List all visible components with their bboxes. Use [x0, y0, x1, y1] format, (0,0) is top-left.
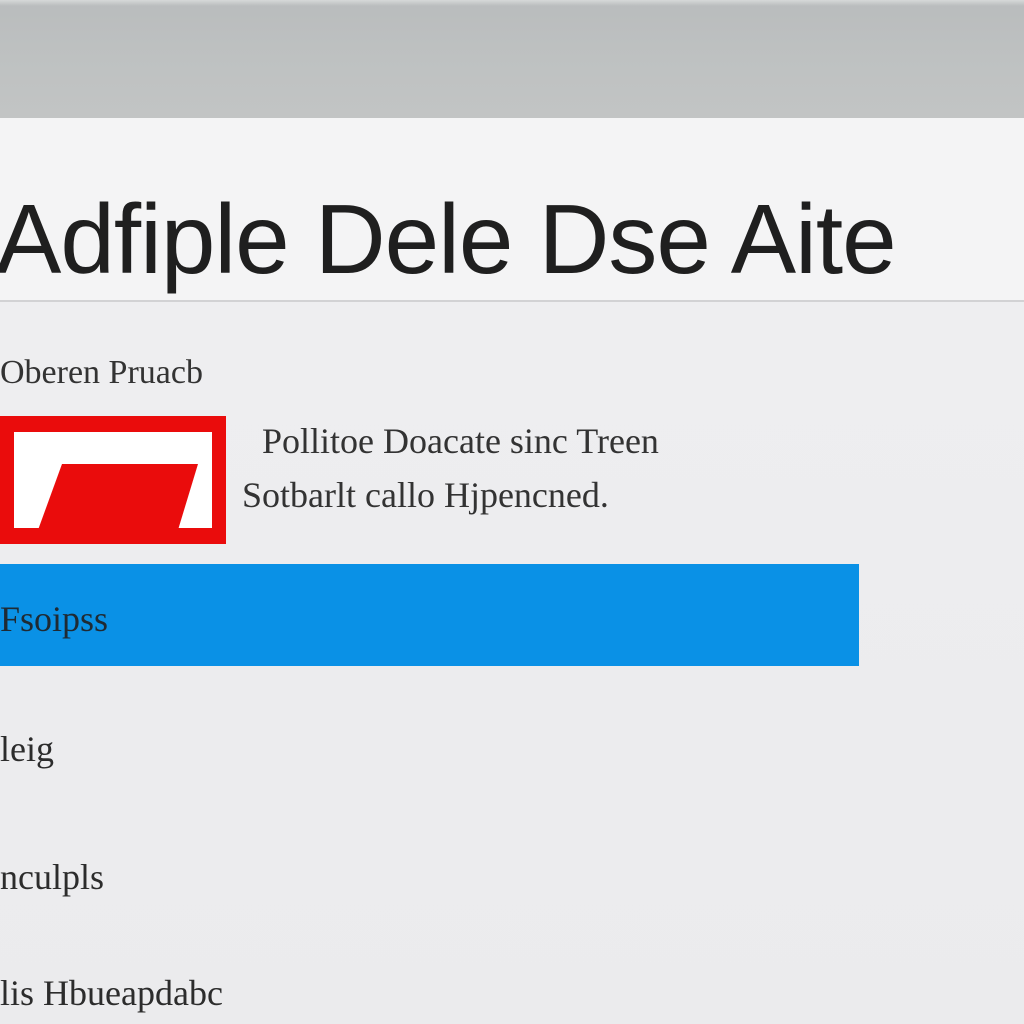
- app-description-subtitle: Sotbarlt callo Hjpencned.: [242, 475, 609, 515]
- window-titlebar: [0, 0, 1024, 118]
- selected-menu-item-label[interactable]: Fsoipss: [0, 598, 108, 640]
- selected-menu-item[interactable]: [0, 564, 859, 666]
- app-logo: [0, 416, 226, 544]
- menu-item[interactable]: lis Hbueapdabc: [0, 972, 223, 1014]
- red-white-parallelogram-logo-icon: [38, 464, 198, 530]
- section-label: Oberen Pruacb: [0, 354, 203, 391]
- menu-item[interactable]: nculpls: [0, 856, 104, 898]
- app-description-title: Pollitoe Doacate sinc Treen: [262, 421, 659, 461]
- menu-item[interactable]: leig: [0, 728, 54, 770]
- page-title: Adfiple Dele Dse Aite: [0, 184, 897, 294]
